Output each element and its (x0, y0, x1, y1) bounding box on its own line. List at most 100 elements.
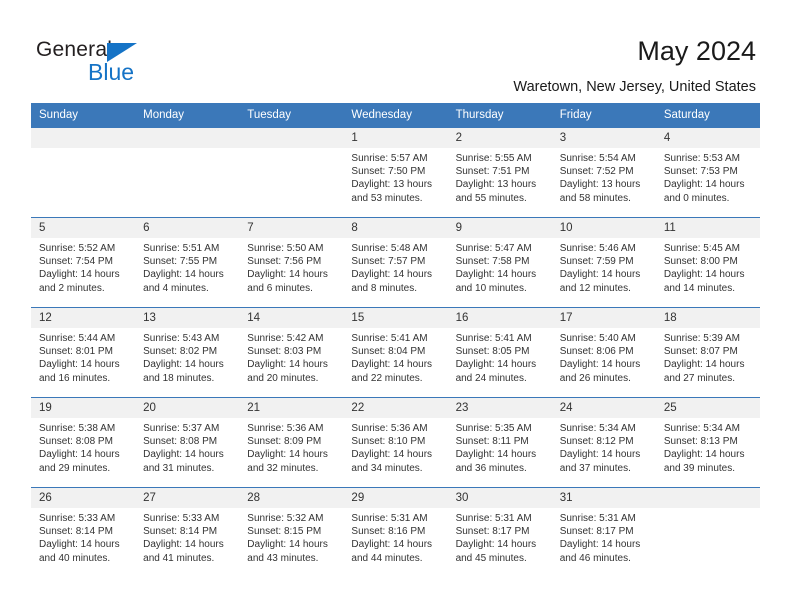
daylight-text-line1: Daylight: 14 hours (455, 539, 537, 551)
daylight-text-line2: and 6 minutes. (247, 282, 313, 294)
day-number: 3 (551, 128, 656, 148)
calendar-cell-empty (31, 127, 136, 218)
calendar-cell-empty (135, 127, 240, 218)
calendar-day-cell[interactable]: 17 Sunrise: 5:40 AM Sunset: 8:06 PM Dayligh… (551, 307, 656, 398)
calendar-day-cell[interactable]: 14 Sunrise: 5:42 AM Sunset: 8:03 PM Dayligh… (239, 307, 344, 398)
day-number: 8 (343, 218, 448, 238)
sunrise-text: Sunrise: 5:41 AM (351, 333, 428, 344)
sunset-text: Sunset: 8:17 PM (455, 526, 530, 538)
weekday-header-wednesday: Wednesday (343, 103, 448, 128)
calendar-day-cell[interactable]: 18 Sunrise: 5:39 AM Sunset: 8:07 PM Dayligh… (655, 307, 760, 398)
day-sun-info: Sunrise: 5:36 AM Sunset: 8:10 PM Daylight:… (343, 418, 447, 475)
day-number: 25 (655, 398, 760, 418)
sunset-text: Sunset: 8:01 PM (39, 346, 113, 358)
calendar-day-cell[interactable]: 12 Sunrise: 5:44 AM Sunset: 8:01 PM Dayligh… (31, 307, 136, 398)
day-sun-info: Sunrise: 5:44 AM Sunset: 8:01 PM Daylight:… (31, 328, 135, 385)
calendar-day-cell[interactable]: 24 Sunrise: 5:34 AM Sunset: 8:12 PM Dayligh… (551, 397, 656, 488)
calendar-day-cell[interactable]: 31 Sunrise: 5:31 AM Sunset: 8:17 PM Dayligh… (551, 487, 656, 577)
calendar-day-cell[interactable]: 8 Sunrise: 5:48 AM Sunset: 7:57 PM Daylight… (343, 217, 448, 308)
sunset-text: Sunset: 8:15 PM (247, 526, 322, 538)
calendar-day-cell[interactable]: 26 Sunrise: 5:33 AM Sunset: 8:14 PM Dayligh… (31, 487, 136, 577)
sunrise-text: Sunrise: 5:43 AM (143, 333, 220, 344)
calendar-day-cell[interactable]: 15 Sunrise: 5:41 AM Sunset: 8:04 PM Dayligh… (343, 307, 448, 398)
calendar-day-cell[interactable]: 16 Sunrise: 5:41 AM Sunset: 8:05 PM Dayligh… (447, 307, 552, 398)
day-number (135, 128, 240, 148)
calendar-day-cell[interactable]: 13 Sunrise: 5:43 AM Sunset: 8:02 PM Dayligh… (135, 307, 240, 398)
sunset-text: Sunset: 8:00 PM (663, 256, 738, 268)
day-sun-info: Sunrise: 5:43 AM Sunset: 8:02 PM Daylight:… (135, 328, 239, 385)
calendar-day-cell[interactable]: 27 Sunrise: 5:33 AM Sunset: 8:14 PM Dayligh… (135, 487, 240, 577)
calendar-day-cell[interactable]: 4 Sunrise: 5:53 AM Sunset: 7:53 PM Daylight… (655, 127, 760, 218)
sunset-text: Sunset: 7:52 PM (559, 166, 634, 178)
daylight-text-line2: and 12 minutes. (559, 282, 631, 294)
day-sun-info: Sunrise: 5:40 AM Sunset: 8:06 PM Daylight:… (552, 328, 656, 385)
day-number: 11 (655, 218, 760, 238)
daylight-text-line2: and 39 minutes. (663, 462, 736, 474)
day-number: 7 (239, 218, 344, 238)
day-sun-info: Sunrise: 5:35 AM Sunset: 8:11 PM Daylight:… (448, 418, 552, 475)
calendar-day-cell[interactable]: 20 Sunrise: 5:37 AM Sunset: 8:08 PM Dayligh… (135, 397, 240, 488)
daylight-text-line1: Daylight: 14 hours (351, 539, 433, 551)
daylight-text-line2: and 10 minutes. (455, 282, 527, 294)
calendar-day-cell[interactable]: 3 Sunrise: 5:54 AM Sunset: 7:52 PM Daylight… (551, 127, 656, 218)
daylight-text-line2: and 0 minutes. (663, 192, 730, 204)
sun-times-calendar-table: Sunday Monday Tuesday Wednesday Thursday… (31, 103, 760, 577)
daylight-text-line1: Daylight: 14 hours (247, 269, 328, 281)
sunrise-text: Sunrise: 5:46 AM (559, 243, 636, 254)
daylight-text-line1: Daylight: 14 hours (559, 269, 641, 281)
calendar-day-cell[interactable]: 22 Sunrise: 5:36 AM Sunset: 8:10 PM Dayligh… (343, 397, 448, 488)
daylight-text-line2: and 2 minutes. (39, 282, 105, 294)
weekday-header-saturday: Saturday (655, 103, 760, 128)
day-number: 26 (31, 488, 136, 508)
calendar-day-cell[interactable]: 19 Sunrise: 5:38 AM Sunset: 8:08 PM Dayligh… (31, 397, 136, 488)
daylight-text-line1: Daylight: 14 hours (39, 359, 120, 371)
daylight-text-line2: and 36 minutes. (455, 462, 527, 474)
calendar-day-cell[interactable]: 28 Sunrise: 5:32 AM Sunset: 8:15 PM Dayligh… (239, 487, 344, 577)
calendar-day-cell[interactable]: 6 Sunrise: 5:51 AM Sunset: 7:55 PM Daylight… (135, 217, 240, 308)
daylight-text-line2: and 18 minutes. (143, 372, 215, 384)
sunrise-text: Sunrise: 5:55 AM (455, 153, 532, 164)
daylight-text-line1: Daylight: 14 hours (39, 269, 120, 281)
daylight-text-line1: Daylight: 14 hours (455, 269, 537, 281)
sunset-text: Sunset: 8:14 PM (39, 526, 113, 538)
sunset-text: Sunset: 8:06 PM (559, 346, 634, 358)
calendar-day-cell[interactable]: 9 Sunrise: 5:47 AM Sunset: 7:58 PM Daylight… (447, 217, 552, 308)
day-number: 21 (239, 398, 344, 418)
weekday-header-row: Sunday Monday Tuesday Wednesday Thursday… (31, 103, 760, 128)
calendar-day-cell[interactable]: 30 Sunrise: 5:31 AM Sunset: 8:17 PM Dayligh… (447, 487, 552, 577)
calendar-day-cell[interactable]: 21 Sunrise: 5:36 AM Sunset: 8:09 PM Dayligh… (239, 397, 344, 488)
daylight-text-line2: and 37 minutes. (559, 462, 631, 474)
calendar-day-cell[interactable]: 23 Sunrise: 5:35 AM Sunset: 8:11 PM Dayligh… (447, 397, 552, 488)
day-sun-info: Sunrise: 5:47 AM Sunset: 7:58 PM Daylight:… (448, 238, 552, 295)
sunrise-text: Sunrise: 5:35 AM (455, 423, 532, 434)
calendar-day-cell[interactable]: 1 Sunrise: 5:57 AM Sunset: 7:50 PM Daylight… (343, 127, 448, 218)
calendar-day-cell[interactable]: 5 Sunrise: 5:52 AM Sunset: 7:54 PM Daylight… (31, 217, 136, 308)
calendar-day-cell[interactable]: 7 Sunrise: 5:50 AM Sunset: 7:56 PM Daylight… (239, 217, 344, 308)
calendar-day-cell[interactable]: 11 Sunrise: 5:45 AM Sunset: 8:00 PM Dayligh… (655, 217, 760, 308)
day-sun-info: Sunrise: 5:53 AM Sunset: 7:53 PM Daylight:… (656, 148, 760, 205)
daylight-text-line1: Daylight: 14 hours (559, 539, 641, 551)
day-number: 23 (447, 398, 552, 418)
daylight-text-line2: and 4 minutes. (143, 282, 209, 294)
calendar-day-cell[interactable]: 25 Sunrise: 5:34 AM Sunset: 8:13 PM Dayligh… (655, 397, 760, 488)
logo-text-blue: Blue (88, 59, 135, 85)
weekday-header-friday: Friday (551, 103, 656, 128)
sunset-text: Sunset: 7:56 PM (247, 256, 322, 268)
sunset-text: Sunset: 8:07 PM (663, 346, 738, 358)
sunrise-text: Sunrise: 5:44 AM (39, 333, 116, 344)
weekday-header-thursday: Thursday (447, 103, 552, 128)
daylight-text-line1: Daylight: 13 hours (455, 179, 537, 191)
day-number: 16 (447, 308, 552, 328)
calendar-day-cell[interactable]: 29 Sunrise: 5:31 AM Sunset: 8:16 PM Dayligh… (343, 487, 448, 577)
daylight-text-line2: and 20 minutes. (247, 372, 319, 384)
day-sun-info: Sunrise: 5:33 AM Sunset: 8:14 PM Daylight:… (135, 508, 239, 565)
day-number: 5 (31, 218, 136, 238)
sunset-text: Sunset: 8:09 PM (247, 436, 322, 448)
day-sun-info: Sunrise: 5:57 AM Sunset: 7:50 PM Daylight:… (343, 148, 447, 205)
day-number (239, 128, 344, 148)
calendar-day-cell[interactable]: 10 Sunrise: 5:46 AM Sunset: 7:59 PM Dayligh… (551, 217, 656, 308)
sunset-text: Sunset: 8:14 PM (143, 526, 218, 538)
calendar-day-cell[interactable]: 2 Sunrise: 5:55 AM Sunset: 7:51 PM Daylight… (447, 127, 552, 218)
daylight-text-line1: Daylight: 14 hours (663, 179, 745, 191)
sunset-text: Sunset: 8:03 PM (247, 346, 322, 358)
